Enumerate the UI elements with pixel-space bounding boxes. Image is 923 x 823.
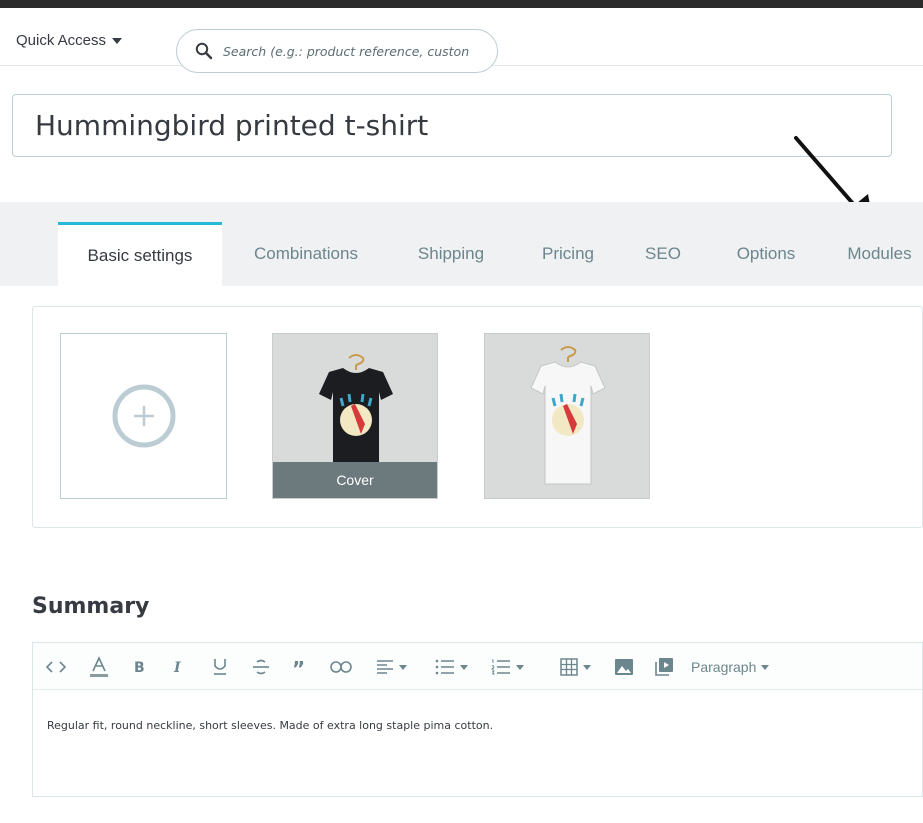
tab-basic-settings[interactable]: Basic settings	[58, 222, 222, 286]
tab-modules[interactable]: Modules	[836, 222, 923, 286]
video-icon	[655, 658, 673, 676]
summary-content[interactable]: Regular fit, round neckline, short sleev…	[47, 719, 493, 732]
blockquote-button[interactable]: ”	[291, 656, 311, 678]
editor-toolbar: B I ” Paragraph	[33, 643, 922, 690]
underline-button[interactable]	[211, 656, 229, 678]
cover-label: Cover	[273, 462, 437, 498]
tab-seo[interactable]: SEO	[630, 222, 696, 286]
tab-label: Modules	[847, 244, 912, 263]
paragraph-format-label: Paragraph	[691, 659, 757, 675]
product-name-input[interactable]	[13, 95, 891, 156]
header-bar: Quick Access	[0, 8, 923, 73]
insert-image-button[interactable]	[613, 656, 635, 678]
search-icon	[195, 42, 213, 60]
tab-label: SEO	[645, 244, 681, 263]
text-color-icon	[90, 656, 108, 677]
code-icon	[46, 661, 66, 673]
search-input[interactable]	[223, 43, 493, 59]
strikethrough-icon	[253, 659, 269, 675]
underline-icon	[214, 659, 226, 675]
tab-label: Pricing	[542, 244, 594, 263]
numbered-list-dropdown[interactable]	[487, 656, 527, 678]
tab-combinations[interactable]: Combinations	[232, 222, 380, 286]
link-button[interactable]	[329, 656, 353, 678]
top-dark-bar	[0, 0, 923, 8]
caret-down-icon	[761, 664, 770, 670]
caret-down-icon	[515, 664, 524, 670]
quote-icon: ”	[292, 660, 305, 674]
tab-shipping[interactable]: Shipping	[396, 222, 506, 286]
italic-icon: I	[173, 660, 181, 675]
tab-label: Basic settings	[87, 245, 193, 265]
bullet-list-dropdown[interactable]	[431, 656, 471, 678]
link-icon	[330, 661, 352, 673]
summary-editor: B I ” Paragraph Regular fit, round neckl…	[32, 642, 923, 797]
tab-label: Combinations	[254, 244, 358, 263]
svg-text:B: B	[134, 660, 145, 675]
product-image-thumbnail-black[interactable]: Cover	[272, 333, 438, 499]
bold-icon: B	[134, 660, 145, 675]
bold-button[interactable]: B	[131, 656, 149, 678]
code-view-button[interactable]	[45, 656, 67, 678]
white-tshirt-image	[485, 334, 649, 498]
add-image-button[interactable]	[60, 333, 227, 499]
numbered-list-icon	[490, 659, 510, 675]
table-dropdown[interactable]	[555, 656, 595, 678]
text-color-button[interactable]	[87, 656, 111, 678]
italic-button[interactable]: I	[171, 656, 189, 678]
tab-label: Shipping	[417, 244, 485, 263]
caret-down-icon	[582, 664, 591, 670]
strikethrough-button[interactable]	[251, 656, 271, 678]
align-dropdown[interactable]	[373, 656, 409, 678]
caret-down-icon	[112, 37, 123, 44]
paragraph-format-dropdown[interactable]: Paragraph	[691, 656, 791, 678]
caret-down-icon	[398, 664, 407, 670]
svg-text:I: I	[173, 660, 181, 675]
quick-access-label: Quick Access	[16, 32, 107, 49]
tab-pricing[interactable]: Pricing	[518, 222, 618, 286]
image-icon	[615, 659, 633, 675]
product-image-thumbnail-white[interactable]	[484, 333, 650, 499]
insert-media-button[interactable]	[653, 656, 675, 678]
align-left-icon	[376, 660, 393, 674]
product-name-field[interactable]	[12, 94, 892, 157]
summary-heading: Summary	[32, 594, 150, 619]
bullet-list-icon	[435, 659, 454, 675]
quick-access-dropdown[interactable]: Quick Access	[16, 32, 123, 49]
tab-label: Options	[736, 244, 796, 263]
search-box[interactable]	[176, 29, 498, 73]
table-icon	[559, 658, 578, 676]
plus-circle-icon	[112, 384, 175, 448]
svg-text:”: ”	[292, 660, 305, 674]
tab-options[interactable]: Options	[716, 222, 816, 286]
caret-down-icon	[459, 664, 468, 670]
